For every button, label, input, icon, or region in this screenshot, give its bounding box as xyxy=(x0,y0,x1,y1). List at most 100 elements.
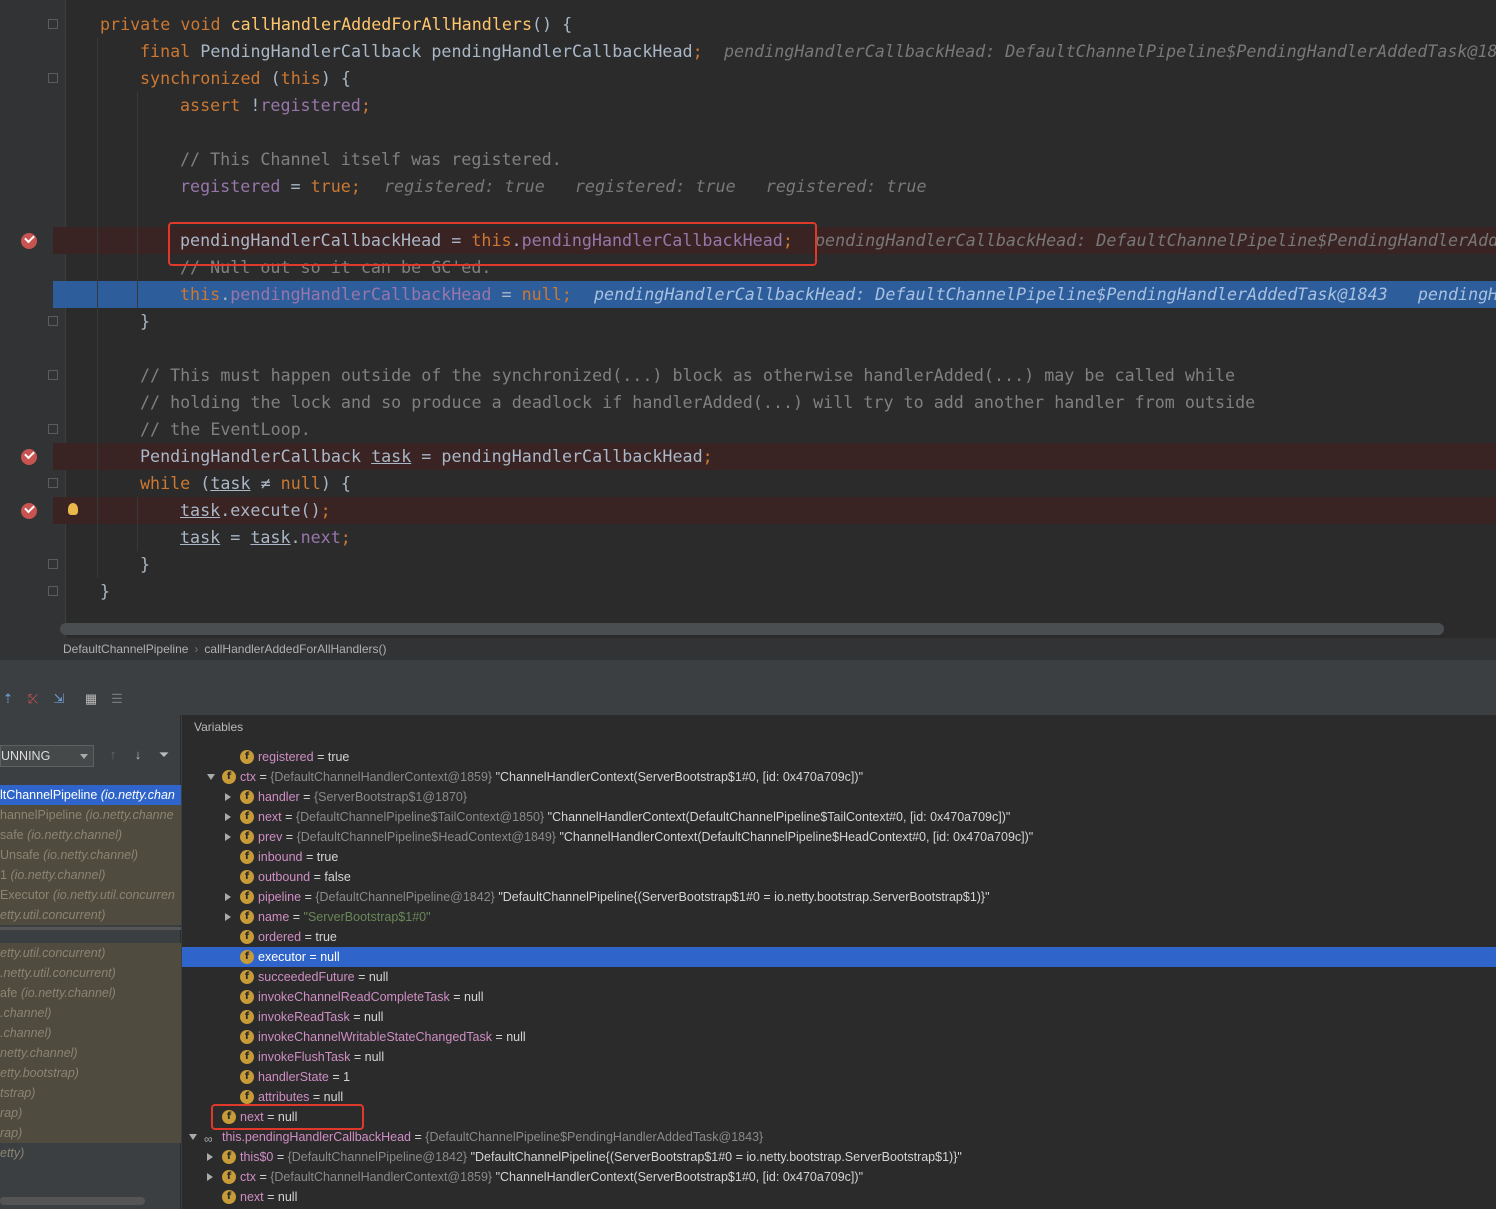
code-token: registered xyxy=(260,95,361,115)
field-icon: f xyxy=(240,850,254,864)
stack-frame[interactable]: hannelPipeline (io.netty.channe xyxy=(0,805,181,825)
variable-row[interactable]: f invokeFlushTask = null xyxy=(182,1047,1496,1067)
stack-frame[interactable]: rap) xyxy=(0,1123,181,1143)
arrow-up-icon[interactable]: ↑ xyxy=(105,747,121,763)
breakpoint-icon[interactable] xyxy=(21,503,37,519)
code-line[interactable]: task.execute(); xyxy=(53,497,1496,524)
chevron-down-icon[interactable] xyxy=(189,1134,197,1140)
chevron-right-icon[interactable] xyxy=(207,1153,213,1161)
stack-frame[interactable]: .channel) xyxy=(0,1003,181,1023)
variable-row[interactable]: f name = "ServerBootstrap$1#0" xyxy=(182,907,1496,927)
variable-row[interactable]: f outbound = false xyxy=(182,867,1496,887)
code-line[interactable]: } xyxy=(0,578,1496,605)
variable-text: inbound = true xyxy=(258,847,338,867)
code-line[interactable] xyxy=(0,335,1496,362)
horizontal-scrollbar[interactable] xyxy=(60,623,1444,635)
variable-value: null xyxy=(323,1090,344,1104)
variable-row[interactable]: f handlerState = 1 xyxy=(182,1067,1496,1087)
variable-row[interactable]: f next = null xyxy=(182,1187,1496,1207)
variable-row[interactable]: f registered = true xyxy=(182,747,1496,767)
variable-row[interactable]: ∞ this.pendingHandlerCallbackHead = {Defa… xyxy=(182,1127,1496,1147)
frames-horizontal-scrollbar[interactable] xyxy=(0,1197,145,1205)
code-line[interactable]: private void callHandlerAddedForAllHandl… xyxy=(0,11,1496,38)
evaluate-icon[interactable]: ▦ xyxy=(83,691,99,707)
step-out-icon[interactable]: ⇡ xyxy=(0,691,16,707)
stack-frame[interactable]: etty.util.concurrent) xyxy=(0,943,181,963)
stack-frame[interactable]: rap) xyxy=(0,1103,181,1123)
chevron-right-icon[interactable] xyxy=(225,813,231,821)
variable-row[interactable]: f pipeline = {DefaultChannelPipeline@1842… xyxy=(182,887,1496,907)
chevron-down-icon[interactable] xyxy=(207,774,215,780)
variable-row[interactable]: f invokeReadTask = null xyxy=(182,1007,1496,1027)
code-line[interactable] xyxy=(0,119,1496,146)
stack-frame[interactable]: netty.channel) xyxy=(0,1043,181,1063)
variable-row[interactable]: f ctx = {DefaultChannelHandlerContext@185… xyxy=(182,1167,1496,1187)
variable-row[interactable]: f next = null xyxy=(182,1107,1496,1127)
code-line[interactable]: this.pendingHandlerCallbackHead = null; p… xyxy=(53,281,1496,308)
code-line[interactable]: // This must happen outside of the synch… xyxy=(0,362,1496,389)
variable-row[interactable]: f next = {DefaultChannelPipeline$TailCont… xyxy=(182,807,1496,827)
stack-frame[interactable]: .channel) xyxy=(0,1023,181,1043)
code-editor[interactable]: private void callHandlerAddedForAllHandl… xyxy=(0,0,1496,638)
code-line[interactable]: assert !registered; xyxy=(0,92,1496,119)
code-line[interactable]: // holding the lock and so produce a dea… xyxy=(0,389,1496,416)
breadcrumb-class[interactable]: DefaultChannelPipeline xyxy=(63,638,188,660)
filter-icon[interactable]: ⏷ xyxy=(156,747,172,763)
chevron-right-icon[interactable] xyxy=(225,833,231,841)
variable-row[interactable]: f invokeChannelReadCompleteTask = null xyxy=(182,987,1496,1007)
code-line[interactable]: registered = true; registered: true regis… xyxy=(0,173,1496,200)
code-line[interactable]: // This Channel itself was registered. xyxy=(0,146,1496,173)
breakpoint-icon[interactable] xyxy=(21,449,37,465)
stack-frame[interactable]: afe (io.netty.channel) xyxy=(0,983,181,1003)
variable-row[interactable]: f prev = {DefaultChannelPipeline$HeadCont… xyxy=(182,827,1496,847)
trace-icon[interactable]: ☰ xyxy=(109,691,125,707)
lightbulb-icon[interactable] xyxy=(68,503,78,515)
variable-row[interactable]: f succeededFuture = null xyxy=(182,967,1496,987)
chevron-right-icon[interactable] xyxy=(225,793,231,801)
chevron-right-icon[interactable] xyxy=(207,1173,213,1181)
frame-package: .channel) xyxy=(0,1006,52,1020)
stack-frame[interactable]: safe (io.netty.channel) xyxy=(0,825,181,845)
code-line[interactable]: while (task ≠ null) { xyxy=(0,470,1496,497)
drop-frame-icon[interactable]: ⤪ xyxy=(25,691,41,707)
equals-sign: = xyxy=(411,1130,426,1144)
variable-row[interactable]: f this$0 = {DefaultChannelPipeline@1842} … xyxy=(182,1147,1496,1167)
stack-frame[interactable]: Executor (io.netty.util.concurren xyxy=(0,885,181,905)
breakpoint-icon[interactable] xyxy=(21,233,37,249)
variables-panel[interactable]: Variables f registered = true f ctx = {Defa… xyxy=(182,715,1496,1209)
run-to-cursor-icon[interactable]: ⇲ xyxy=(51,691,67,707)
breadcrumb-method[interactable]: callHandlerAddedForAllHandlers() xyxy=(204,638,386,660)
variable-row[interactable]: f inbound = true xyxy=(182,847,1496,867)
field-icon: f xyxy=(222,1190,236,1204)
code-line[interactable]: task = task.next; xyxy=(0,524,1496,551)
variable-row[interactable]: f invokeChannelWritableStateChangedTask =… xyxy=(182,1027,1496,1047)
chevron-right-icon[interactable] xyxy=(225,893,231,901)
stack-frame[interactable]: etty.bootstrap) xyxy=(0,1063,181,1083)
stack-frame[interactable]: .netty.util.concurrent) xyxy=(0,963,181,983)
variable-row[interactable]: f ordered = true xyxy=(182,927,1496,947)
stack-frame[interactable] xyxy=(0,927,181,930)
variable-text: name = "ServerBootstrap$1#0" xyxy=(258,907,431,927)
code-line[interactable]: PendingHandlerCallback task = pendingHan… xyxy=(53,443,1496,470)
variable-row[interactable]: f ctx = {DefaultChannelHandlerContext@185… xyxy=(182,767,1496,787)
code-text: } xyxy=(140,308,150,335)
stack-frame[interactable]: etty) xyxy=(0,1143,181,1163)
code-line[interactable]: } xyxy=(0,308,1496,335)
stack-frame[interactable]: tstrap) xyxy=(0,1083,181,1103)
variable-row[interactable]: f handler = {ServerBootstrap$1@1870} xyxy=(182,787,1496,807)
equals-sign: = xyxy=(449,990,465,1004)
code-token: null xyxy=(280,473,321,493)
stack-frame[interactable]: Unsafe (io.netty.channel) xyxy=(0,845,181,865)
code-line[interactable]: final PendingHandlerCallback pendingHand… xyxy=(0,38,1496,65)
stack-frame[interactable]: ltChannelPipeline (io.netty.chan xyxy=(0,785,181,805)
stack-frame[interactable]: etty.util.concurrent) xyxy=(0,905,181,925)
code-line[interactable]: } xyxy=(0,551,1496,578)
code-line[interactable]: synchronized (this) { xyxy=(0,65,1496,92)
variable-row[interactable]: f attributes = null xyxy=(182,1087,1496,1107)
arrow-down-icon[interactable]: ↓ xyxy=(130,747,146,763)
chevron-right-icon[interactable] xyxy=(225,913,231,921)
thread-select[interactable]: UNNING xyxy=(0,745,94,767)
variable-row[interactable]: f executor = null xyxy=(182,947,1496,967)
code-line[interactable]: // the EventLoop. xyxy=(0,416,1496,443)
stack-frame[interactable]: 1 (io.netty.channel) xyxy=(0,865,181,885)
